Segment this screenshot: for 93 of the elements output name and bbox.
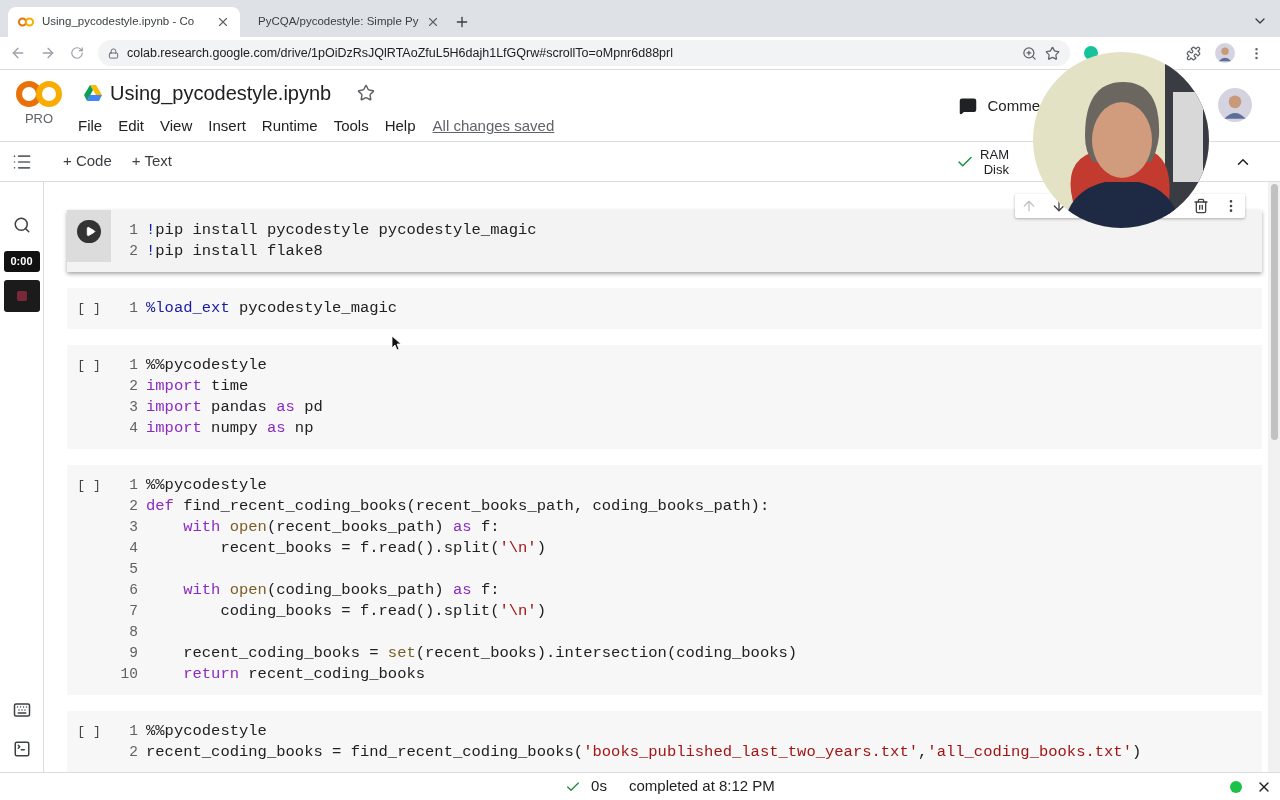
scrollbar-thumb[interactable] [1270, 184, 1278, 440]
menu-item[interactable]: Tools [333, 115, 369, 138]
profile-avatar[interactable] [1215, 43, 1235, 63]
line-number: 1 [128, 722, 138, 741]
run-button[interactable] [77, 220, 101, 243]
recording-timer: 0:00 [3, 251, 40, 272]
code-line: !pip install pycodestyle pycodestyle_magic [146, 220, 537, 241]
code-line: %%pycodestyle [146, 355, 267, 376]
line-number: 2 [128, 497, 138, 516]
menu-item[interactable]: Help [384, 115, 416, 138]
reload-icon[interactable] [70, 46, 84, 60]
code-line: coding_books = f.read().split('\n') [219, 601, 546, 622]
code-cell[interactable]: 1 !pip install pycodestyle pycodestyle_magic 2 !pip install flake8 [67, 210, 1262, 272]
line-number: 1 [128, 299, 138, 318]
line-number: 10 [119, 665, 138, 684]
tab-title: Using_pycodestyle.ipynb - Co [42, 14, 195, 30]
code-cell[interactable]: [ ] 1 %%pycodestyle 2 import time 3 import pandas as pd 4 import numpy as np [67, 345, 1262, 449]
status-message: completed at 8:12 PM [628, 776, 775, 797]
snippets-icon[interactable] [12, 701, 31, 719]
stop-icon [15, 289, 28, 302]
code-line: !pip install flake8 [146, 241, 323, 262]
line-number: 4 [128, 419, 138, 438]
mouse-cursor-icon [392, 336, 402, 351]
cell-prompt[interactable]: [ ] [77, 475, 101, 685]
line-number: 2 [128, 377, 138, 396]
code-line: with open(coding_books_path) as f: [182, 580, 500, 601]
cell-prompt[interactable]: [ ] [77, 721, 101, 763]
line-number: 6 [128, 581, 138, 600]
resource-label: Disk [983, 161, 1009, 177]
menu-item[interactable]: File [78, 115, 103, 138]
line-number: 5 [128, 560, 138, 579]
comment-button[interactable]: Comme [987, 95, 1040, 118]
save-status-link[interactable]: All changes saved [432, 115, 555, 138]
line-number: 7 [128, 602, 138, 621]
colab-logo[interactable] [16, 80, 62, 108]
line-number: 1 [128, 476, 138, 495]
cell-prompt[interactable]: [ ] [77, 298, 101, 319]
line-number: 1 [128, 221, 138, 240]
line-number: 2 [128, 242, 138, 261]
code-line: import pandas as pd [146, 397, 323, 418]
code-cell[interactable]: [ ] 1 %load_ext pycodestyle_magic [67, 288, 1262, 329]
new-tab-icon[interactable] [454, 14, 470, 30]
code-line: recent_books = f.read().split('\n') [219, 538, 546, 559]
code-line: recent_coding_books = set(recent_books).intersection(coding_books) [182, 643, 798, 664]
line-number: 9 [128, 644, 138, 663]
code-cell[interactable]: [ ] 1 %%pycodestyle 2 recent_coding_books = find_recent_coding_books('books_published_last_two_years.txt','all_coding_books.txt') [67, 711, 1262, 772]
tab-title: PyCQA/pycodestyle: Simple Py [258, 14, 419, 30]
extensions-icon[interactable] [1186, 45, 1201, 61]
line-number: 3 [128, 398, 138, 417]
play-icon [84, 226, 96, 237]
menu-item[interactable]: Insert [208, 115, 246, 138]
line-number: 3 [128, 518, 138, 537]
drive-icon[interactable] [84, 85, 102, 101]
menu-item[interactable]: Edit [118, 115, 145, 138]
search-icon[interactable] [12, 216, 31, 234]
bookmark-star-icon[interactable] [1045, 45, 1060, 61]
lock-icon [108, 47, 119, 59]
resource-label: RAM [980, 146, 1009, 162]
menu-item[interactable]: Runtime [261, 115, 318, 138]
code-line: %%pycodestyle [146, 721, 267, 742]
terminal-icon[interactable] [12, 740, 31, 758]
add-cell-button[interactable]: + Code [63, 150, 112, 173]
colab-favicon-icon [18, 17, 34, 27]
stop-recording-button[interactable] [3, 279, 40, 312]
cell-prompt[interactable]: [ ] [77, 355, 101, 439]
comment-icon[interactable] [959, 97, 978, 116]
code-line: return recent_coding_books [182, 664, 426, 685]
zoom-icon[interactable] [1022, 45, 1037, 61]
user-avatar[interactable] [1218, 88, 1252, 122]
code-line: import time [146, 376, 249, 397]
line-number: 8 [128, 623, 138, 642]
notebook-title[interactable]: Using_pycodestyle.ipynb [110, 78, 332, 108]
code-line: with open(recent_books_path) as f: [182, 517, 500, 538]
url-text: colab.research.google.com/drive/1pOiDzRsJQlRTAoZfuL5H6dajh1LfGQrw#scrollTo=oMpnr6d88prl [127, 44, 674, 62]
line-number: 4 [128, 539, 138, 558]
code-line: def find_recent_coding_books(recent_books_path, coding_books_path): [146, 496, 770, 517]
add-cell-button[interactable]: + Text [131, 150, 172, 173]
code-line: %load_ext pycodestyle_magic [146, 298, 398, 319]
code-line: %%pycodestyle [146, 475, 267, 496]
delete-icon[interactable] [1193, 198, 1209, 214]
line-number: 2 [128, 743, 138, 762]
browser-tab[interactable]: Using_pycodestyle.ipynb - Co [8, 7, 240, 37]
run-duration: 0s [591, 776, 607, 797]
star-icon[interactable] [357, 84, 376, 102]
address-bar[interactable]: colab.research.google.com/drive/1pOiDzRsJQlRTAoZfuL5H6dajh1LfGQrw#scrollTo=oMpnr6d88prl [98, 40, 1070, 66]
browser-tab[interactable]: PyCQA/pycodestyle: Simple Py [240, 7, 440, 37]
code-line: recent_coding_books = find_recent_coding_books('books_published_last_two_years.txt','all_coding_books.txt') [146, 742, 1142, 763]
back-icon[interactable] [10, 45, 26, 61]
pro-label: PRO [24, 110, 54, 128]
close-tab-icon[interactable] [216, 15, 230, 29]
line-number: 1 [128, 356, 138, 375]
menu-item[interactable]: View [160, 115, 193, 138]
code-line: import numpy as np [146, 418, 314, 439]
